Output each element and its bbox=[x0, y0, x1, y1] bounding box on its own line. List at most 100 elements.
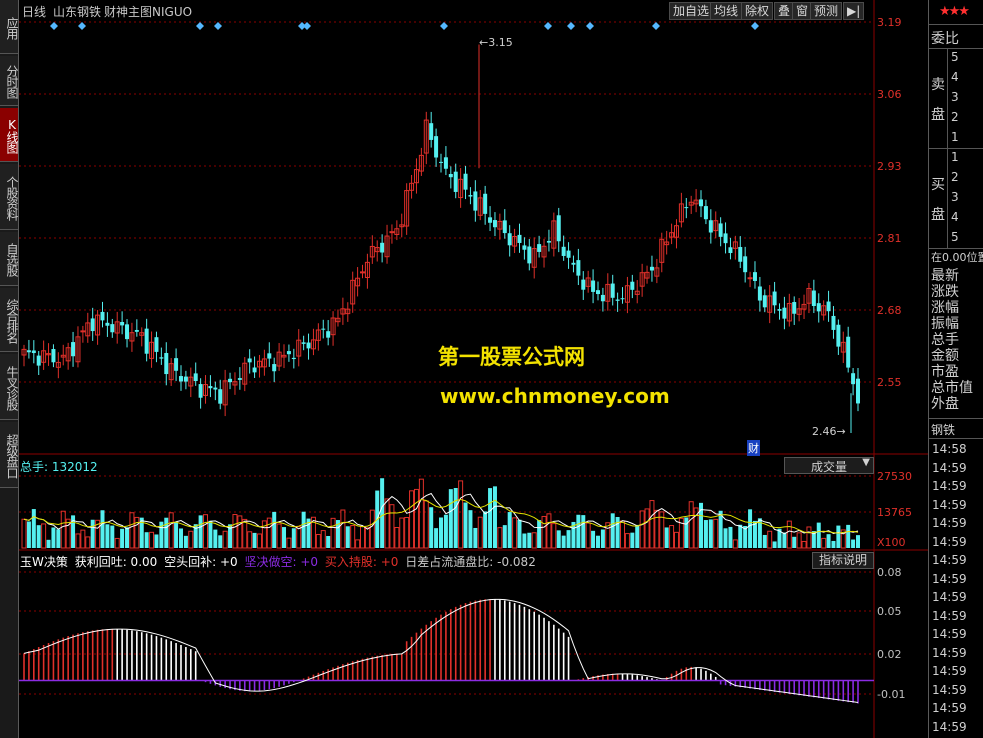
volume-bar-up bbox=[673, 531, 679, 549]
volume-bar-down bbox=[56, 529, 61, 548]
candle-down bbox=[856, 378, 860, 404]
volume-bar-up bbox=[222, 530, 228, 549]
candle-down bbox=[164, 353, 169, 375]
candle-down bbox=[159, 357, 164, 359]
volume-bar-down bbox=[144, 532, 149, 548]
volume-bar-down bbox=[846, 524, 851, 548]
volume-bar-up bbox=[423, 500, 429, 549]
volume-bar-down bbox=[483, 511, 488, 548]
volume-bar-down bbox=[561, 535, 566, 548]
candle-down bbox=[836, 324, 841, 347]
candle-down bbox=[193, 373, 198, 381]
volume-total-label: 总手: 132012 bbox=[20, 460, 98, 474]
volume-bar-down bbox=[473, 527, 478, 548]
candle-down bbox=[110, 324, 115, 333]
volume-bar-up bbox=[551, 523, 557, 549]
volume-bar-down bbox=[154, 534, 159, 548]
candle-down bbox=[272, 364, 277, 372]
buy-orders-label: 买盘 bbox=[931, 177, 945, 223]
volume-bar-down bbox=[443, 514, 448, 548]
candle-down bbox=[620, 298, 625, 300]
volume-selector[interactable]: 成交量 ▼ bbox=[784, 457, 874, 474]
volume-bar-up bbox=[60, 510, 66, 549]
volume-bar-up bbox=[286, 537, 292, 549]
volume-tick: 13765 bbox=[877, 506, 912, 519]
candle-up bbox=[389, 231, 395, 234]
candle-down bbox=[772, 291, 777, 306]
indicator-header: 玉W决策 获利回吐: 0.00 空头回补: +0 坚决做空: +0 买入持股: … bbox=[20, 553, 536, 570]
volume-bar-up bbox=[360, 525, 366, 549]
signal-diamond bbox=[586, 22, 594, 30]
volume-bar-up bbox=[247, 531, 253, 549]
candle-down bbox=[267, 353, 272, 359]
candle-up bbox=[360, 271, 366, 274]
candle-down bbox=[208, 386, 213, 389]
candle-down bbox=[556, 215, 561, 242]
volume-bar-up bbox=[458, 480, 464, 549]
volume-bar-down bbox=[566, 530, 571, 548]
volume-selector-label: 成交量 bbox=[811, 460, 848, 474]
indicator-help-button[interactable]: 指标说明 bbox=[812, 552, 874, 569]
volume-bar-down bbox=[26, 521, 31, 548]
candle-down bbox=[699, 199, 704, 207]
volume-bar-up bbox=[80, 529, 86, 549]
candle-down bbox=[468, 195, 473, 197]
volume-bar-down bbox=[164, 517, 169, 548]
candle-down bbox=[429, 123, 434, 140]
volume-bar-down bbox=[527, 532, 532, 548]
candle-down bbox=[286, 351, 291, 355]
candle-down bbox=[154, 337, 159, 352]
volume-bar-up bbox=[350, 525, 356, 549]
candle-down bbox=[615, 299, 620, 301]
cai-marker[interactable]: 财 bbox=[747, 440, 760, 456]
volume-bar-down bbox=[198, 515, 203, 548]
volume-bar-down bbox=[46, 539, 51, 548]
volume-bar-up bbox=[320, 530, 326, 549]
volume-bar-down bbox=[728, 526, 733, 548]
candle-down bbox=[566, 250, 571, 258]
volume-bar-up bbox=[276, 523, 282, 549]
indicator-title: 玉W决策 bbox=[20, 555, 68, 569]
volume-bar-up bbox=[203, 514, 209, 549]
candle-up bbox=[80, 330, 86, 333]
volume-bar-up bbox=[688, 501, 694, 549]
candle-down bbox=[757, 286, 762, 301]
candle-down bbox=[380, 242, 385, 253]
volume-bar-down bbox=[517, 519, 522, 548]
candle-down bbox=[183, 376, 188, 382]
volume-bar-up bbox=[340, 509, 346, 549]
chevron-down-icon: ▼ bbox=[862, 457, 870, 468]
volume-bar-down bbox=[90, 519, 95, 548]
candle-down bbox=[581, 279, 586, 290]
candle-down bbox=[100, 311, 105, 321]
candle-down bbox=[237, 378, 242, 380]
candle-down bbox=[36, 355, 41, 366]
signal-diamond bbox=[652, 22, 660, 30]
quote-panel: ★★★ 委比 卖盘 5 4 3 2 1 买盘 1 2 3 4 5 在0.00位置… bbox=[928, 0, 983, 738]
volume-bar-up bbox=[409, 490, 415, 549]
candle-down bbox=[738, 247, 743, 262]
arrow-right-icon: → bbox=[836, 425, 846, 438]
volume-bar-up bbox=[649, 500, 655, 549]
candle-down bbox=[782, 307, 787, 319]
candle-down bbox=[439, 161, 443, 163]
indicator-tick: 0.02 bbox=[877, 648, 902, 661]
volume-bar-down bbox=[448, 489, 453, 548]
candle-down bbox=[71, 342, 76, 357]
volume-bar-down bbox=[218, 535, 223, 548]
candle-down bbox=[792, 302, 797, 314]
price-tick: 2.68 bbox=[877, 304, 902, 317]
signal-diamond bbox=[751, 22, 759, 30]
sector-label[interactable]: 钢铁 bbox=[931, 421, 955, 438]
trade-time: 14:59 bbox=[932, 497, 967, 512]
volume-bar-down bbox=[488, 488, 493, 548]
sell-level: 2 bbox=[951, 110, 959, 124]
volume-bar-up bbox=[296, 526, 302, 549]
volume-bar-up bbox=[512, 517, 518, 549]
volume-bar-up bbox=[129, 512, 135, 549]
volume-bar-up bbox=[620, 520, 626, 549]
volume-bar-up bbox=[713, 518, 719, 549]
volume-bar-down bbox=[782, 532, 787, 548]
candle-down bbox=[831, 315, 836, 330]
trade-time: 14:59 bbox=[932, 571, 967, 586]
